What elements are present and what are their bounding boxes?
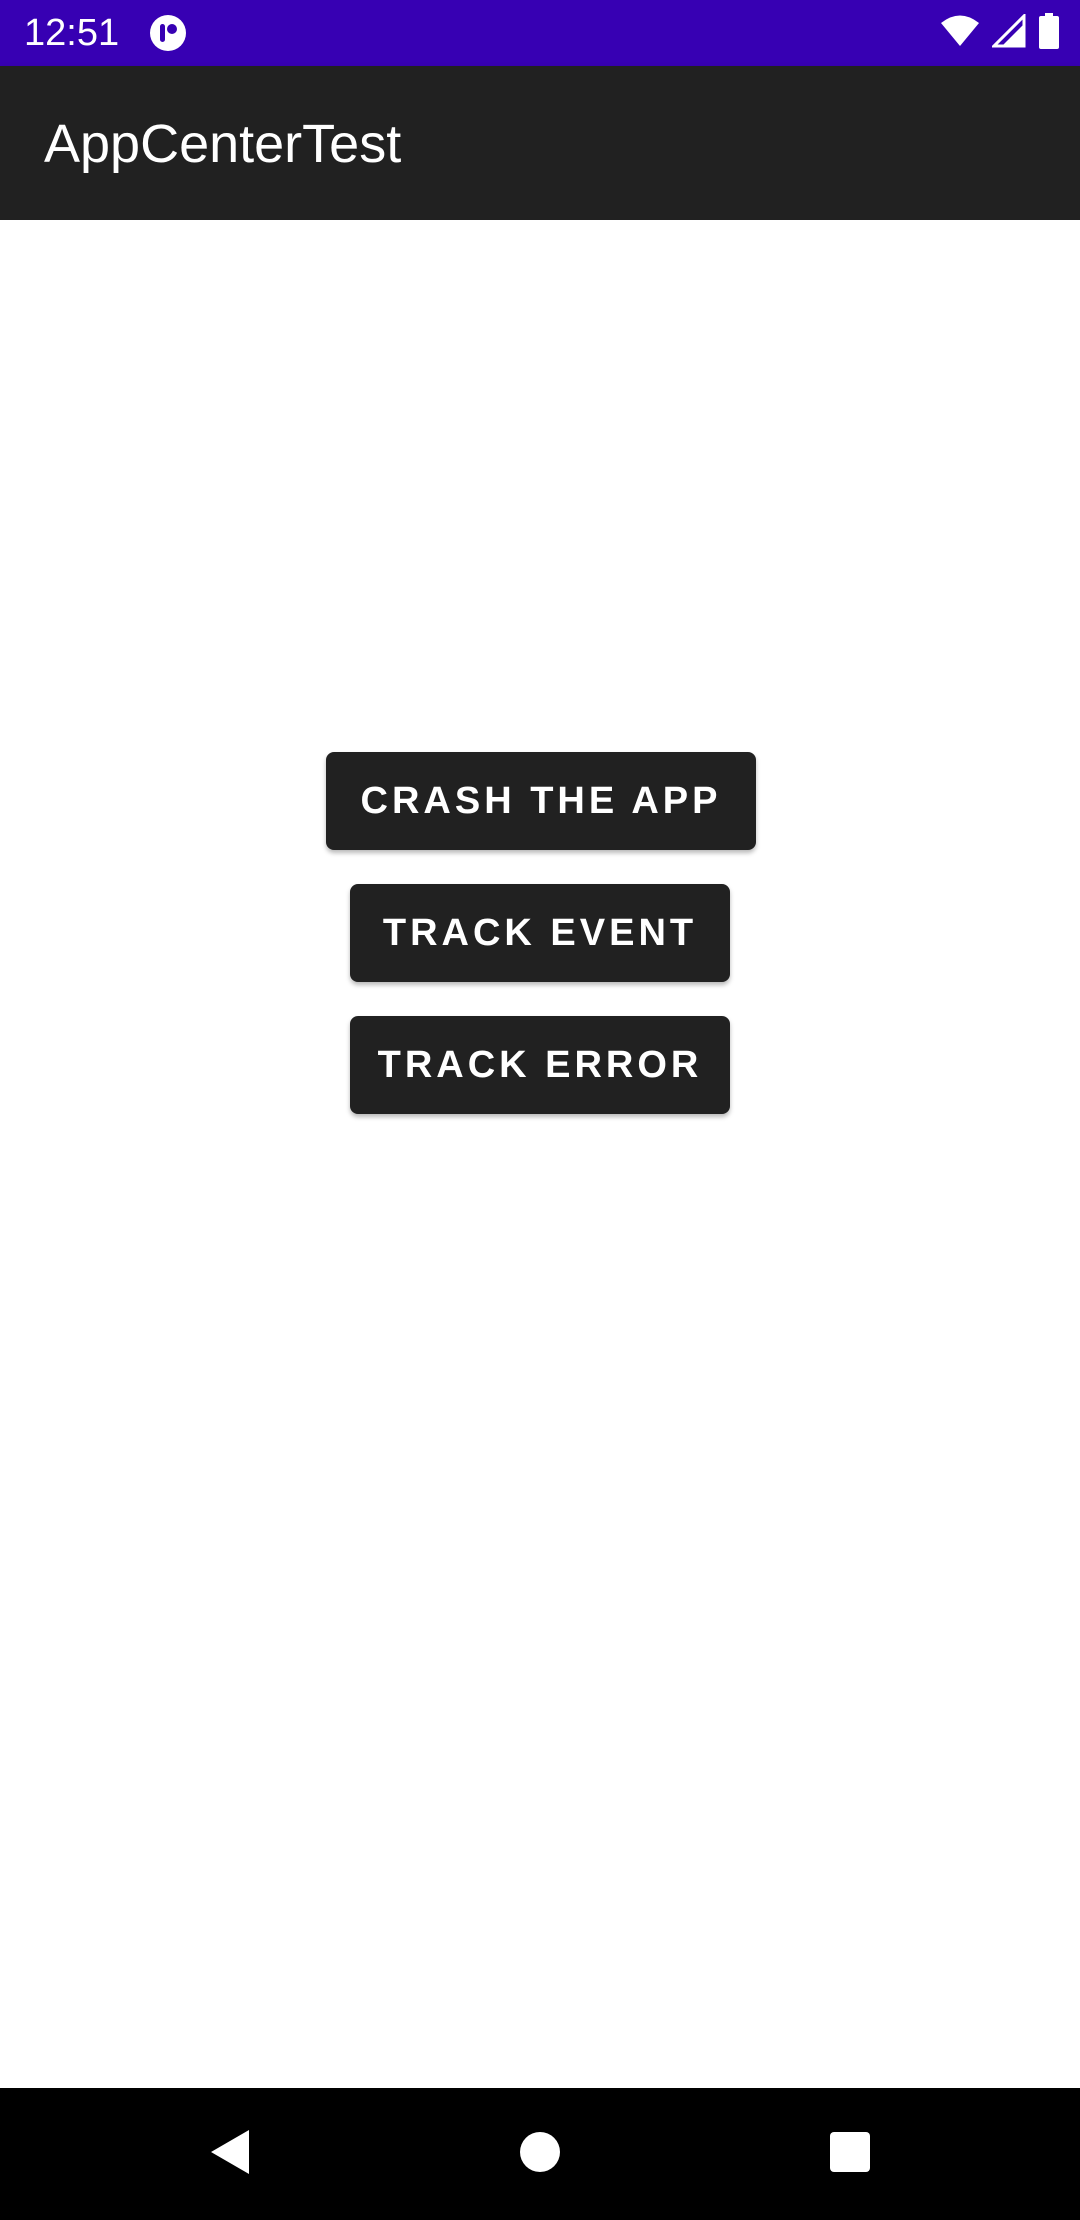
main-content xyxy=(0,220,1080,2088)
status-time: 12:51 xyxy=(24,12,120,54)
app-bar: AppCenterTest xyxy=(0,66,1080,220)
app-title: AppCenterTest xyxy=(44,114,402,174)
recents-icon xyxy=(829,2131,871,2178)
cellular-signal-icon xyxy=(990,11,1026,53)
back-button[interactable] xyxy=(190,2114,270,2194)
screen: 12:51 AppCenterTest CRASH THE APP TRACK … xyxy=(0,0,1080,2220)
crash-app-button[interactable]: CRASH THE APP xyxy=(326,752,756,850)
recents-button[interactable] xyxy=(810,2114,890,2194)
back-icon xyxy=(207,2127,253,2182)
navigation-bar xyxy=(0,2088,1080,2220)
track-error-button[interactable]: TRACK ERROR xyxy=(350,1016,730,1114)
status-bar: 12:51 xyxy=(0,0,1080,66)
wifi-icon xyxy=(940,14,980,53)
track-event-button[interactable]: TRACK EVENT xyxy=(350,884,730,982)
home-button[interactable] xyxy=(500,2114,580,2194)
home-icon xyxy=(519,2131,561,2178)
notification-icon xyxy=(149,14,187,52)
battery-icon xyxy=(1038,12,1060,54)
status-icons xyxy=(940,11,1060,54)
